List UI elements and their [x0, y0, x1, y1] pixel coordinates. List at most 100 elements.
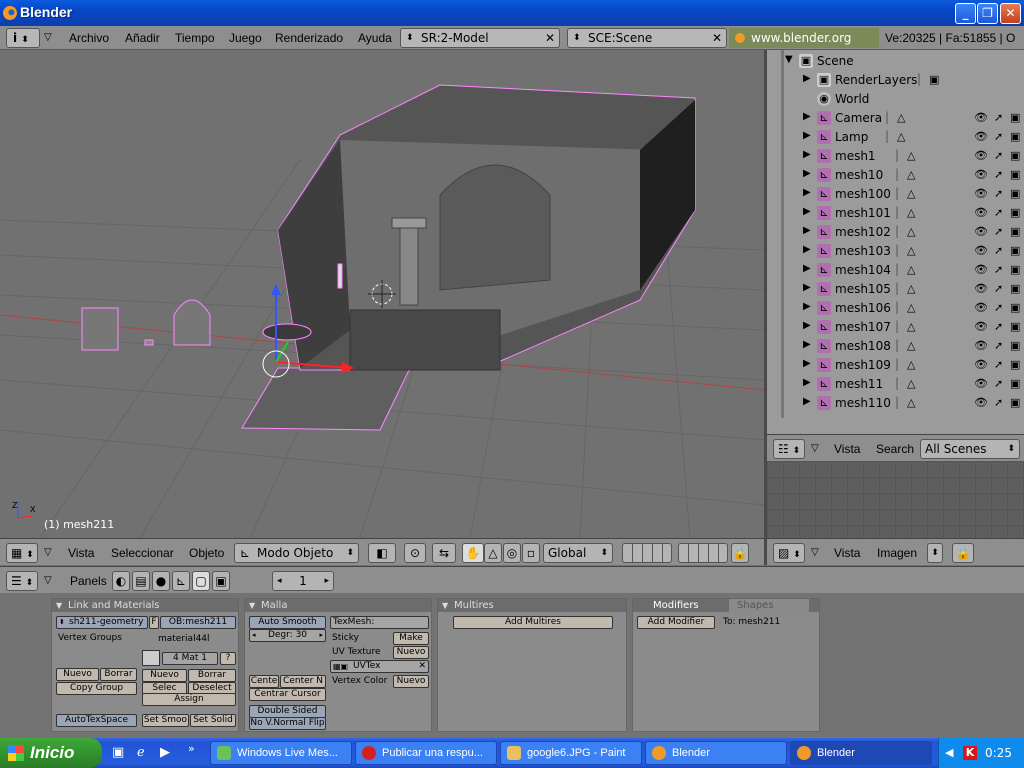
- outliner-row-mesh106[interactable]: ▶ ⊾ mesh106 | △ 👁 ➚ ▣: [767, 299, 1024, 318]
- expand-triangle-icon[interactable]: ▶: [803, 149, 811, 160]
- task-paint[interactable]: google6.JPG - Paint: [500, 741, 642, 765]
- outliner[interactable]: ▼ ▣ Scene ▶ ▣ RenderLayers | ▣ ◉ World ▶ ⊾ Camera…: [767, 50, 1024, 434]
- start-button[interactable]: Inicio: [0, 738, 102, 768]
- uv-texture-new-button[interactable]: Nuevo: [393, 646, 429, 659]
- select-arrow-icon[interactable]: ➚: [994, 206, 1003, 219]
- center-button[interactable]: Cente: [249, 675, 279, 688]
- outliner-row-mesh101[interactable]: ▶ ⊾ mesh101 | △ 👁 ➚ ▣: [767, 204, 1024, 223]
- set-solid-button[interactable]: Set Solid: [190, 714, 236, 727]
- collapse-menu-icon[interactable]: ▽: [44, 547, 52, 558]
- editor-type-button[interactable]: ☷ ⬍: [773, 439, 805, 459]
- uvtex-layer-field[interactable]: ▦▣ UVTex ✕: [330, 660, 429, 673]
- 3d-viewport[interactable]: Z X (1) mesh211: [0, 50, 764, 538]
- editor-type-button[interactable]: ▨ ⬍: [773, 543, 805, 563]
- auto-smooth-toggle[interactable]: Auto Smooth: [249, 616, 326, 629]
- visibility-eye-icon[interactable]: 👁: [974, 168, 988, 181]
- select-arrow-icon[interactable]: ➚: [994, 396, 1003, 409]
- logic-context-icon[interactable]: ◐: [112, 571, 130, 591]
- menu-vista[interactable]: Vista: [834, 442, 860, 456]
- show-desktop-icon[interactable]: ▣: [112, 745, 124, 760]
- visibility-eye-icon[interactable]: 👁: [974, 225, 988, 238]
- menu-search[interactable]: Search: [876, 442, 914, 456]
- task-windows-live[interactable]: Windows Live Mes...: [210, 741, 352, 765]
- render-icon[interactable]: ▣: [1010, 263, 1020, 276]
- image-browse-button[interactable]: ⬍: [927, 543, 943, 563]
- expand-triangle-icon[interactable]: ▶: [803, 168, 811, 179]
- menu-juego[interactable]: Juego: [229, 31, 262, 45]
- object-data-icon[interactable]: △: [907, 206, 915, 219]
- select-arrow-icon[interactable]: ➚: [994, 377, 1003, 390]
- object-context-icon[interactable]: ⊾: [172, 571, 190, 591]
- outliner-row-mesh102[interactable]: ▶ ⊾ mesh102 | △ 👁 ➚ ▣: [767, 223, 1024, 242]
- image-editor[interactable]: [767, 461, 1024, 538]
- layers-group-2[interactable]: [678, 543, 728, 563]
- render-icon[interactable]: ▣: [1010, 149, 1020, 162]
- browser-icon[interactable]: ℯ: [137, 745, 145, 760]
- visibility-eye-icon[interactable]: 👁: [974, 301, 988, 314]
- object-data-icon[interactable]: △: [897, 111, 905, 124]
- outliner-row-mesh11[interactable]: ▶ ⊾ mesh11 | △ 👁 ➚ ▣: [767, 375, 1024, 394]
- shading-context-icon[interactable]: ●: [152, 571, 170, 591]
- select-arrow-icon[interactable]: ➚: [994, 282, 1003, 295]
- menu-vista[interactable]: Vista: [68, 546, 94, 560]
- add-multires-button[interactable]: Add Multires: [453, 616, 613, 629]
- lock-icon[interactable]: 🔒: [952, 543, 974, 563]
- translate-manipulator-button[interactable]: △: [484, 543, 502, 563]
- panel-header[interactable]: ▼ Link and Materials: [52, 599, 238, 612]
- outliner-row-lamp[interactable]: ▶ ⊾ Lamp | △ 👁 ➚ ▣: [767, 128, 1024, 147]
- select-arrow-icon[interactable]: ➚: [994, 339, 1003, 352]
- script-context-icon[interactable]: ▤: [132, 571, 150, 591]
- menu-imagen[interactable]: Imagen: [877, 546, 917, 560]
- material-delete-button[interactable]: Borrar: [188, 669, 236, 682]
- expand-triangle-icon[interactable]: ▶: [803, 225, 811, 236]
- close-button[interactable]: ✕: [1000, 3, 1021, 24]
- render-icon[interactable]: ▣: [1010, 225, 1020, 238]
- expand-triangle-icon[interactable]: ▶: [803, 111, 811, 122]
- frame-field[interactable]: ◂ 1 ▸: [272, 571, 334, 591]
- editor-type-button[interactable]: ▦ ⬍: [6, 543, 38, 563]
- menu-tiempo[interactable]: Tiempo: [175, 31, 215, 45]
- expand-triangle-icon[interactable]: ▶: [803, 244, 811, 255]
- orientation-select[interactable]: Global ⬍: [543, 543, 613, 563]
- hand-manipulator-button[interactable]: ✋: [462, 543, 484, 563]
- outliner-row-renderlayers[interactable]: ▶ ▣ RenderLayers | ▣: [767, 71, 1024, 90]
- select-arrow-icon[interactable]: ➚: [994, 187, 1003, 200]
- scale-manipulator-button[interactable]: ▫: [522, 543, 540, 563]
- outliner-row-mesh1[interactable]: ▶ ⊾ mesh1 | △ 👁 ➚ ▣: [767, 147, 1024, 166]
- tab-modifiers[interactable]: Modifiers: [653, 599, 699, 612]
- select-arrow-icon[interactable]: ➚: [994, 244, 1003, 257]
- center-new-button[interactable]: Center N: [280, 675, 326, 688]
- task-blender-1[interactable]: Blender: [645, 741, 787, 765]
- object-data-icon[interactable]: △: [907, 282, 915, 295]
- outliner-row-mesh103[interactable]: ▶ ⊾ mesh103 | △ 👁 ➚ ▣: [767, 242, 1024, 261]
- object-data-icon[interactable]: △: [907, 168, 915, 181]
- render-icon[interactable]: ▣: [1010, 244, 1020, 257]
- maximize-button[interactable]: ❐: [977, 3, 998, 24]
- render-icon[interactable]: ▣: [1010, 301, 1020, 314]
- object-data-icon[interactable]: △: [907, 263, 915, 276]
- render-icon[interactable]: ▣: [1010, 130, 1020, 143]
- add-modifier-button[interactable]: Add Modifier: [637, 616, 715, 629]
- outliner-row-world[interactable]: ◉ World: [767, 90, 1024, 109]
- visibility-eye-icon[interactable]: 👁: [974, 263, 988, 276]
- object-data-icon[interactable]: △: [907, 320, 915, 333]
- vertex-color-new-button[interactable]: Nuevo: [393, 675, 429, 688]
- screen-selector[interactable]: ⬍ SR:2-Model ✕: [400, 28, 560, 48]
- collapse-menu-icon[interactable]: ▽: [811, 547, 819, 558]
- object-data-icon[interactable]: △: [907, 358, 915, 371]
- set-smooth-button[interactable]: Set Smoo: [142, 714, 189, 727]
- select-arrow-icon[interactable]: ➚: [994, 168, 1003, 181]
- visibility-eye-icon[interactable]: 👁: [974, 206, 988, 219]
- media-player-icon[interactable]: ▶: [160, 745, 170, 760]
- visibility-eye-icon[interactable]: 👁: [974, 339, 988, 352]
- material-new-button[interactable]: Nuevo: [142, 669, 187, 682]
- pivot-button[interactable]: ⊙: [404, 543, 426, 563]
- render-icon[interactable]: ▣: [1010, 168, 1020, 181]
- quick-launch-more-icon[interactable]: »: [188, 742, 195, 755]
- object-data-icon[interactable]: △: [907, 339, 915, 352]
- task-opera[interactable]: Publicar una respu...: [355, 741, 497, 765]
- editor-type-button[interactable]: ☰ ⬍: [6, 571, 38, 591]
- mesh-name-field[interactable]: ⬍ sh211-geometry: [56, 616, 148, 629]
- object-data-icon[interactable]: △: [897, 130, 905, 143]
- material-color-swatch[interactable]: [142, 650, 160, 666]
